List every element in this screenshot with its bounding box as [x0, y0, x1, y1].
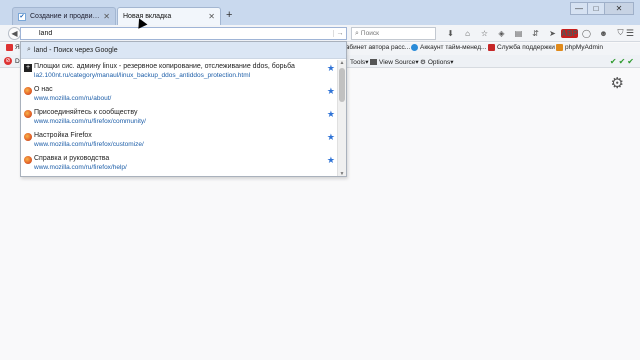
- dropdown-icon: ▾: [365, 59, 369, 66]
- list-item[interactable]: Площки сис. админу linux - резервное коп…: [21, 60, 338, 83]
- result-title: Справка и руководства: [34, 155, 110, 162]
- list-item[interactable]: Настройка Firefox www.mozilla.com/ru/fir…: [21, 129, 338, 152]
- validation-check-icons: ✔✔✔: [609, 57, 636, 66]
- checkmark-favicon-icon: ✔: [18, 12, 26, 21]
- bookmark-label: phpMyAdmin: [565, 44, 603, 51]
- bookmark-icon: [6, 44, 13, 51]
- search-bar[interactable]: ⌕: [351, 27, 436, 40]
- result-title: Настройка Firefox: [34, 132, 92, 139]
- maximize-button[interactable]: □: [587, 2, 605, 15]
- tab-close-icon[interactable]: ✕: [103, 12, 110, 21]
- bookmark-star-icon: ★: [326, 86, 335, 96]
- scroll-down-icon[interactable]: ▼: [338, 171, 346, 176]
- dropdown-icon: ▾: [415, 59, 419, 66]
- scroll-up-icon[interactable]: ▲: [338, 60, 346, 66]
- bookmark-icon: [488, 44, 495, 51]
- title-bar: ✔ Создание и продвижение ... ✕ Новая вкл…: [0, 0, 640, 25]
- firefox-favicon-icon: [24, 133, 32, 141]
- bookmark-item[interactable]: phpMyAdmin: [556, 44, 603, 51]
- bookmark-label: Кабинет автора расс...: [342, 44, 411, 51]
- tab-site[interactable]: ✔ Создание и продвижение ... ✕: [12, 7, 116, 25]
- firefox-favicon-icon: [24, 87, 32, 95]
- list-item[interactable]: Справка и руководства www.mozilla.com/ru…: [21, 152, 338, 175]
- disable-icon[interactable]: ⊘: [4, 57, 12, 65]
- result-title: Присоединяйтесь к сообществу: [34, 109, 138, 116]
- user-icon[interactable]: ☻: [595, 29, 612, 38]
- bookmark-star-icon[interactable]: ☆: [476, 29, 493, 38]
- list-item[interactable]: О нас www.mozilla.com/ru/about/ ★: [21, 83, 338, 106]
- toolbar-item[interactable]: View Source ▾: [370, 58, 419, 66]
- options-icon: ⚙: [420, 59, 426, 66]
- toolbar-item[interactable]: D: [15, 58, 20, 65]
- sync-icon[interactable]: ⇵: [527, 29, 544, 38]
- navigation-bar: ◀ → ⌕ ⬇ ⌂ ☆ ◈ ▤ ⇵ ➤ ABP ◯ ☻ ⛉ ☰: [0, 25, 640, 42]
- result-url: la2.100nt.ru/category/manaul/linux_backu…: [34, 72, 251, 79]
- result-url: www.mozilla.com/ru/firefox/customize/: [34, 141, 144, 148]
- scroll-thumb[interactable]: [339, 68, 345, 102]
- toolbar-item[interactable]: Tools ▾: [350, 58, 369, 67]
- toolbar-icons: ⬇ ⌂ ☆ ◈ ▤ ⇵ ➤ ABP ◯ ☻ ⛉: [442, 28, 629, 38]
- autocomplete-popup: ⌕ land - Поиск через Google Площки сис. …: [20, 41, 347, 177]
- bookmark-star-icon: ★: [326, 132, 335, 142]
- dropdown-icon: ▾: [450, 59, 454, 66]
- bookmark-label: Служба поддержки: [497, 44, 555, 51]
- home-icon[interactable]: ⌂: [459, 29, 476, 38]
- search-input[interactable]: [360, 30, 423, 37]
- bookmark-label: Аккаунт тайм-менед...: [420, 44, 487, 51]
- bookmark-star-icon: ★: [326, 155, 335, 165]
- window-controls: — □ ✕: [570, 2, 634, 15]
- minimize-button[interactable]: —: [570, 2, 588, 15]
- toolbar-label: D: [15, 58, 20, 65]
- result-url: www.mozilla.com/ru/about/: [34, 95, 112, 102]
- result-url: www.mozilla.com/ru/firefox/community/: [34, 118, 146, 125]
- url-input[interactable]: [21, 28, 333, 39]
- bookmark-star-icon: ★: [326, 63, 335, 73]
- search-icon: ⌕: [27, 46, 31, 53]
- result-title: Площки сис. админу linux - резервное коп…: [34, 63, 295, 70]
- view-source-icon: [370, 59, 377, 65]
- gear-icon[interactable]: ⚙: [611, 76, 624, 91]
- arrow-left-icon: ◀: [11, 29, 18, 38]
- library-icon[interactable]: ▤: [510, 29, 527, 38]
- suggestion-text: land - Поиск через Google: [33, 46, 118, 54]
- site-favicon-icon: [24, 64, 32, 72]
- tab-title: Создание и продвижение ...: [30, 13, 101, 20]
- popup-scrollbar[interactable]: ▲ ▼: [337, 60, 346, 176]
- list-item[interactable]: Присоединяйтесь к сообществу www.mozilla…: [21, 106, 338, 129]
- firefox-favicon-icon: [24, 110, 32, 118]
- pocket-icon[interactable]: ◈: [493, 29, 510, 38]
- bookmark-icon: [556, 44, 563, 51]
- search-suggestion[interactable]: ⌕ land - Поиск через Google: [21, 42, 346, 59]
- result-url: www.mozilla.com/ru/firefox/help/: [34, 164, 127, 171]
- adblock-icon[interactable]: ABP: [561, 28, 578, 38]
- bookmark-item[interactable]: Я: [6, 44, 20, 51]
- send-icon[interactable]: ➤: [544, 29, 561, 38]
- chat-icon[interactable]: ◯: [578, 29, 595, 38]
- go-arrow-icon[interactable]: →: [333, 30, 346, 37]
- new-tab-button[interactable]: +: [226, 9, 232, 21]
- tab-new-tab[interactable]: Новая вкладка ✕: [117, 7, 221, 25]
- results-list: Площки сис. админу linux - резервное коп…: [21, 60, 338, 175]
- bookmark-item[interactable]: Кабинет автора расс...: [342, 44, 410, 51]
- bookmark-star-icon: ★: [326, 109, 335, 119]
- bookmark-item[interactable]: Служба поддержки: [488, 44, 555, 51]
- close-window-button[interactable]: ✕: [604, 2, 634, 15]
- bookmark-item[interactable]: Аккаунт тайм-менед...: [411, 44, 486, 51]
- download-icon[interactable]: ⬇: [442, 29, 459, 38]
- tab-close-icon[interactable]: ✕: [208, 12, 215, 21]
- url-bar[interactable]: →: [20, 27, 347, 40]
- bookmark-icon: [411, 44, 418, 51]
- toolbar-item[interactable]: ⚙ Options ▾: [420, 58, 454, 67]
- bookmark-label: Я: [15, 44, 20, 51]
- menu-icon[interactable]: ☰: [626, 28, 634, 39]
- toolbar-label: Options: [427, 58, 451, 66]
- firefox-favicon-icon: [24, 156, 32, 164]
- result-title: О нас: [34, 86, 53, 93]
- toolbar-label: View Source: [379, 58, 416, 66]
- search-icon: ⌕: [355, 29, 359, 37]
- toolbar-label: Tools: [350, 58, 366, 66]
